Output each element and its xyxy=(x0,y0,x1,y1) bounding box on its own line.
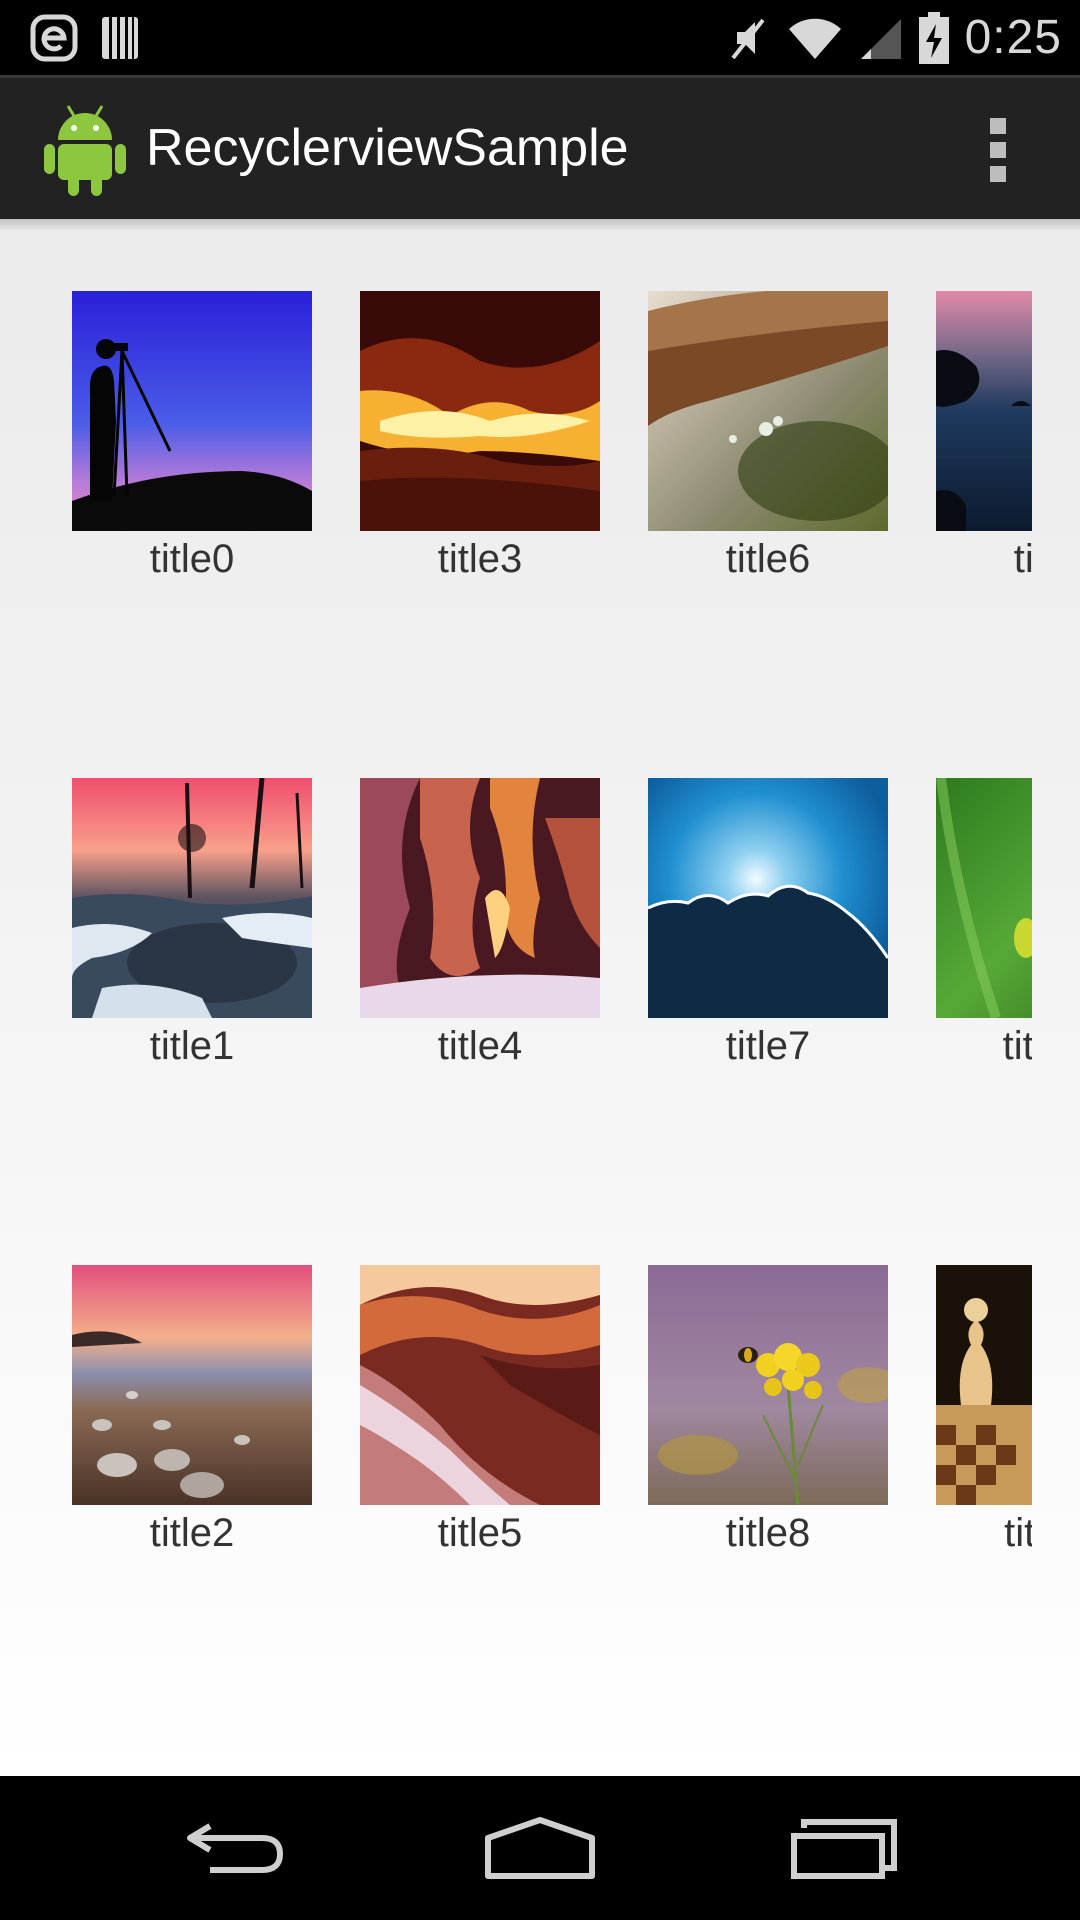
grid-item-title: title1 xyxy=(149,1024,235,1068)
recycler-view[interactable]: title0 title1 title2 title3 title4 title… xyxy=(0,219,1080,1776)
grid-item[interactable]: title10 xyxy=(936,778,1032,1069)
grid-item[interactable]: title9 xyxy=(936,291,1032,582)
grid-item[interactable]: title6 xyxy=(648,291,888,582)
grid-item[interactable]: title11 xyxy=(936,1265,1032,1556)
grid-item[interactable]: title8 xyxy=(648,1265,888,1556)
grid-item-image xyxy=(648,291,888,531)
app-title: RecyclerviewSample xyxy=(146,119,629,177)
grid-item-title: title5 xyxy=(437,1511,523,1555)
clock: 0:25 xyxy=(964,11,1062,64)
grid-item-title: title2 xyxy=(149,1511,235,1555)
back-icon[interactable] xyxy=(180,1812,300,1884)
status-bar: 0:25 xyxy=(0,0,1080,75)
android-robot-icon[interactable] xyxy=(44,102,126,196)
grid-viewport: title0 title1 title2 title3 title4 title… xyxy=(0,219,1032,1776)
navigation-bar xyxy=(0,1776,1080,1920)
action-bar: RecyclerviewSample xyxy=(0,75,1080,219)
grid-item-image xyxy=(648,778,888,1018)
grid-item-image xyxy=(72,1265,312,1505)
grid-item-image xyxy=(936,778,1032,1018)
battery-charging-icon xyxy=(918,11,949,64)
overflow-menu-icon[interactable] xyxy=(990,118,1010,182)
grid-item-image xyxy=(72,778,312,1018)
grid-item[interactable]: title5 xyxy=(360,1265,600,1556)
grid-item-title: title6 xyxy=(725,537,811,581)
grid-item-title: title8 xyxy=(725,1511,811,1555)
grid-item-title: title3 xyxy=(437,537,523,581)
grid-item[interactable]: title1 xyxy=(72,778,312,1069)
grid-item-image xyxy=(648,1265,888,1505)
mute-icon xyxy=(731,18,765,59)
barcode-notification-icon xyxy=(102,17,138,59)
grid-item-image xyxy=(360,291,600,531)
e-notification-icon xyxy=(30,14,78,62)
action-bar-shadow xyxy=(0,219,1080,231)
grid-item-title: title11 xyxy=(1004,1511,1032,1555)
signal-icon xyxy=(860,18,901,59)
grid-item[interactable]: title3 xyxy=(360,291,600,582)
notification-icons xyxy=(30,14,140,62)
grid-item[interactable]: title0 xyxy=(72,291,312,582)
grid-item-title: title4 xyxy=(437,1024,523,1068)
recent-apps-icon[interactable] xyxy=(784,1812,904,1884)
system-icons: 0:25 xyxy=(727,0,1062,75)
wifi-icon xyxy=(788,18,841,59)
grid-item[interactable]: title7 xyxy=(648,778,888,1069)
grid-item-image xyxy=(360,778,600,1018)
grid-item[interactable]: title4 xyxy=(360,778,600,1069)
grid-item-title: title9 xyxy=(1013,537,1032,581)
grid-item-title: title0 xyxy=(149,537,235,581)
grid-item-title: title10 xyxy=(1002,1024,1032,1068)
grid-item-image xyxy=(360,1265,600,1505)
grid-item[interactable]: title2 xyxy=(72,1265,312,1556)
home-icon[interactable] xyxy=(480,1812,600,1884)
grid-item-image xyxy=(936,1265,1032,1505)
grid-item-title: title7 xyxy=(725,1024,811,1068)
grid-item-image xyxy=(936,291,1032,531)
grid-item-image xyxy=(72,291,312,531)
